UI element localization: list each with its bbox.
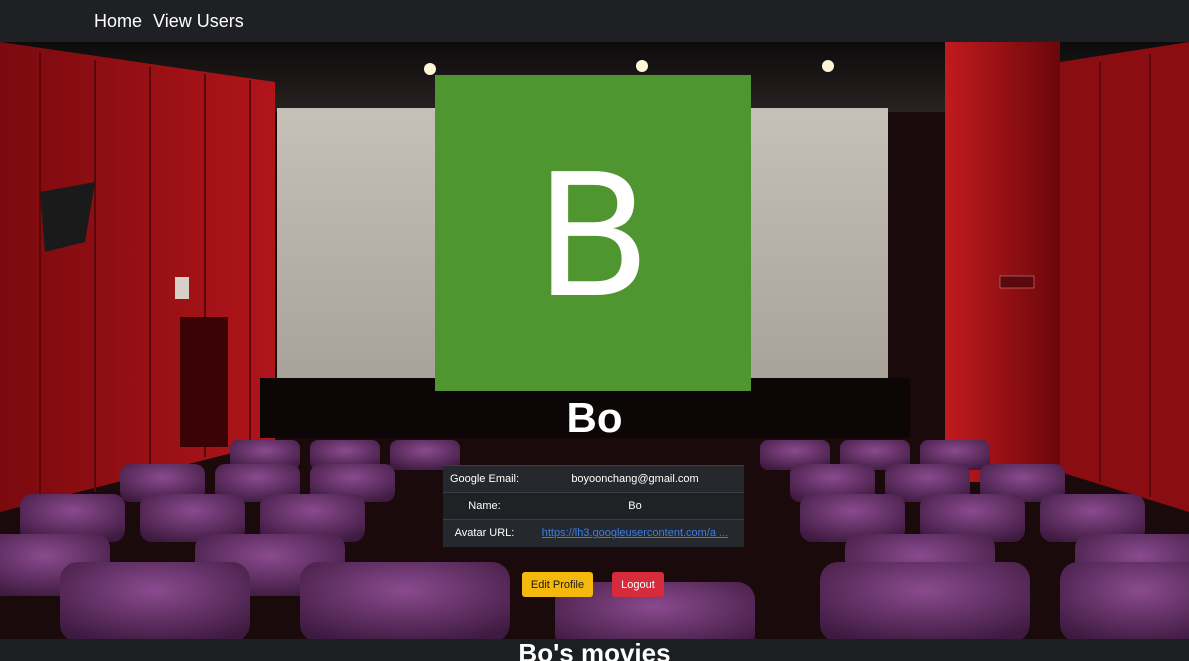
avatar-letter: B: [534, 138, 652, 336]
hero-section: B Bo Google Email: boyoonchang@gmail.com…: [0, 42, 1189, 639]
table-row: Name: Bo: [443, 492, 744, 520]
email-value: boyoonchang@gmail.com: [526, 465, 744, 493]
logout-button[interactable]: Logout: [612, 572, 664, 597]
avatar-url-key: Avatar URL:: [443, 519, 526, 547]
email-key: Google Email:: [443, 465, 526, 493]
movies-section: Bo's movies: [0, 639, 1189, 661]
nav-link-home[interactable]: Home: [94, 11, 142, 32]
avatar-url-link[interactable]: https://lh3.googleusercontent.com/a ...: [542, 527, 729, 539]
avatar-image: B: [435, 75, 751, 391]
profile-name: Bo: [566, 394, 623, 441]
profile-info-table: Google Email: boyoonchang@gmail.com Name…: [443, 465, 744, 547]
top-navbar: Home View Users: [0, 0, 1189, 42]
movies-heading: Bo's movies: [518, 639, 671, 661]
name-value: Bo: [526, 492, 744, 520]
edit-profile-button[interactable]: Edit Profile: [522, 572, 593, 597]
table-row: Avatar URL: https://lh3.googleuserconten…: [443, 519, 744, 547]
table-row: Google Email: boyoonchang@gmail.com: [443, 465, 744, 493]
nav-link-view-users[interactable]: View Users: [153, 11, 244, 32]
avatar-url-cell: https://lh3.googleusercontent.com/a ...: [526, 519, 744, 547]
name-key: Name:: [443, 492, 526, 520]
